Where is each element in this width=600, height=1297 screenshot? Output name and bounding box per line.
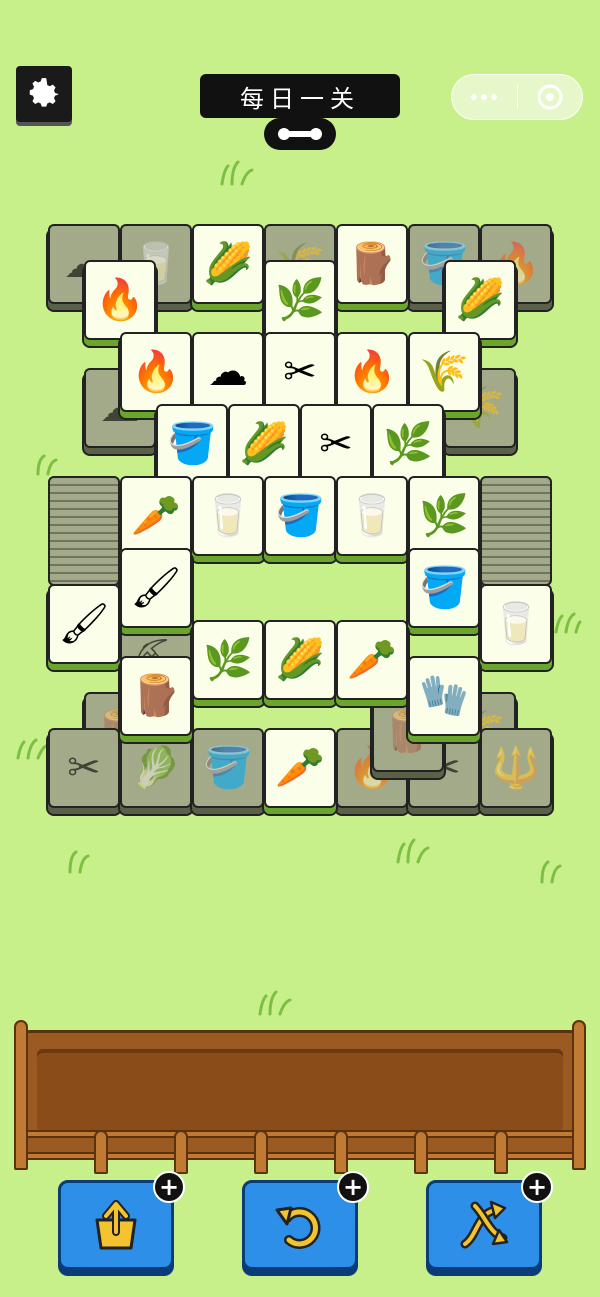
tile-bucket[interactable]: 🪣 — [264, 476, 336, 556]
undo-arrow-icon — [275, 1206, 321, 1249]
fence-post — [572, 1020, 586, 1170]
grass-tuft-icon — [396, 838, 430, 864]
tray-slot-area — [37, 1049, 563, 1133]
grass-tuft-icon — [540, 860, 562, 884]
shuffle-icon — [460, 1200, 509, 1249]
tile-corn[interactable]: 🌽 — [228, 404, 300, 484]
undo-button[interactable]: + — [242, 1171, 369, 1270]
tile-brush[interactable]: 🖌 — [48, 584, 120, 664]
tile-glove[interactable]: 🧤 — [408, 656, 480, 736]
tile-corn[interactable]: 🌽 — [444, 260, 516, 340]
tile-brush[interactable]: 🖌 — [120, 548, 192, 628]
tile-stump[interactable]: 🪵 — [336, 224, 408, 304]
tile-wheat[interactable]: 🌾 — [408, 332, 480, 412]
add-shuffle-icon[interactable]: + — [521, 1171, 553, 1203]
tile-stump[interactable]: 🪵 — [120, 656, 192, 736]
tile-board: ☁ 🥛 🌾 🪣 🔥 ☁ 🌾 🪵 🌾 ✂ 🥬 🪣 🔥 ✂ 🔱 🪵 ⛏ 🌽 🪵 🔥 … — [0, 0, 600, 820]
tile-milk[interactable]: 🥛 — [336, 476, 408, 556]
tile-campfire[interactable]: 🔥 — [84, 260, 156, 340]
fence-post — [174, 1130, 188, 1174]
fence-post — [254, 1130, 268, 1174]
tile-grass[interactable]: 🌿 — [372, 404, 444, 484]
tile-carrot[interactable]: 🥕 — [264, 728, 336, 808]
add-move-out-icon[interactable]: + — [153, 1171, 185, 1203]
grass-tuft-icon — [258, 990, 292, 1016]
tile-shears[interactable]: ✂ — [300, 404, 372, 484]
add-undo-icon[interactable]: + — [337, 1171, 369, 1203]
tile-bucket[interactable]: 🪣 — [408, 548, 480, 628]
tile-campfire[interactable]: 🔥 — [120, 332, 192, 412]
shuffle-button[interactable]: + — [426, 1171, 553, 1270]
move-out-button[interactable]: + — [58, 1171, 185, 1270]
tile-campfire[interactable]: 🔥 — [336, 332, 408, 412]
grass-tuft-icon — [68, 850, 90, 874]
left-tile-stack[interactable] — [48, 476, 120, 586]
tile-corn[interactable]: 🌽 — [192, 224, 264, 304]
tile-blocked: 🔱 — [480, 728, 552, 808]
tile-blocked: 🪣 — [192, 728, 264, 808]
tile-grass[interactable]: 🌿 — [408, 476, 480, 556]
tile-bucket[interactable]: 🪣 — [156, 404, 228, 484]
tile-carrot[interactable]: 🥕 — [336, 620, 408, 700]
tile-cotton[interactable]: ☁ — [192, 332, 264, 412]
tile-blocked: 🥬 — [120, 728, 192, 808]
fence-post — [14, 1020, 28, 1170]
right-tile-stack[interactable] — [480, 476, 552, 586]
tile-carrot[interactable]: 🥕 — [120, 476, 192, 556]
tile-milk[interactable]: 🥛 — [480, 584, 552, 664]
tile-grass[interactable]: 🌿 — [264, 260, 336, 340]
tile-milk[interactable]: 🥛 — [192, 476, 264, 556]
fence-post — [414, 1130, 428, 1174]
fence-post — [334, 1130, 348, 1174]
fence-post — [94, 1130, 108, 1174]
tile-grass[interactable]: 🌿 — [192, 620, 264, 700]
tile-shears[interactable]: ✂ — [264, 332, 336, 412]
fence-post — [494, 1130, 508, 1174]
box-arrow-icon — [95, 1200, 137, 1250]
tile-corn[interactable]: 🌽 — [264, 620, 336, 700]
tile-blocked: ✂ — [48, 728, 120, 808]
